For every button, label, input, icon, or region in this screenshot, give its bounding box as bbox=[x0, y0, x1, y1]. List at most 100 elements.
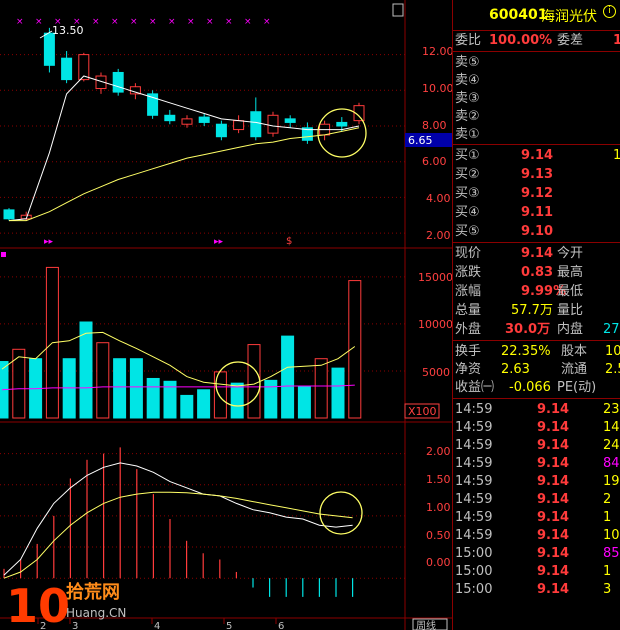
sell-level-label: 卖⑤ bbox=[455, 55, 480, 70]
buy-level-price: 9.11 bbox=[521, 205, 554, 220]
volume-tick: 15000 bbox=[418, 271, 452, 284]
sell-level-label: 卖② bbox=[455, 109, 480, 124]
fund-value: -0.066 bbox=[509, 380, 551, 395]
tick-price: 9.14 bbox=[537, 582, 570, 597]
tick-volume: 2 bbox=[603, 492, 612, 507]
price-tick: 12.00 bbox=[422, 45, 452, 58]
signal-x-marker: × bbox=[168, 17, 176, 27]
tick-volume: 3 bbox=[603, 582, 612, 597]
tick-volume: 24 bbox=[603, 438, 620, 453]
stat-label: 量比 bbox=[557, 303, 584, 318]
signal-x-marker: × bbox=[111, 17, 119, 27]
signal-x-marker: × bbox=[263, 17, 271, 27]
tick-time: 15:00 bbox=[455, 582, 493, 597]
tick-volume: 1 bbox=[603, 564, 612, 579]
candle-body bbox=[250, 111, 262, 138]
volume-tick: 5000 bbox=[422, 366, 450, 379]
sell-level-label: 卖④ bbox=[455, 73, 480, 88]
signal-x-marker: × bbox=[92, 17, 100, 27]
tick-time: 14:59 bbox=[455, 438, 493, 453]
order-ratio-row: 委比 100.00% 委差 1 bbox=[453, 32, 620, 50]
volume-bar bbox=[314, 358, 328, 419]
arrow-marker-icon: ▸▸ bbox=[44, 237, 54, 247]
info-icon[interactable]: i bbox=[603, 5, 616, 18]
volume-bar bbox=[113, 358, 127, 419]
stat-label: 最低 bbox=[557, 284, 584, 299]
stat-label: 外盘 bbox=[455, 322, 482, 337]
sell-level-row: 卖④ bbox=[453, 72, 620, 90]
candle-body bbox=[164, 114, 176, 122]
tick-time: 15:00 bbox=[455, 564, 493, 579]
volume-bar bbox=[197, 389, 211, 419]
stat-value: 9.14 bbox=[521, 246, 554, 261]
candle-body bbox=[43, 32, 55, 66]
volume-multiplier: X100 bbox=[408, 405, 437, 418]
signal-x-marker: × bbox=[187, 17, 195, 27]
macd-tick: 0.50 bbox=[426, 529, 451, 542]
tick-price: 9.14 bbox=[537, 402, 570, 417]
watermark-number: 10 bbox=[6, 579, 70, 630]
quote-stat-row: 涨跌 0.83 最高 bbox=[453, 264, 620, 282]
quote-stat-row: 总量 57.7万 量比 bbox=[453, 302, 620, 320]
stat-label: 涨幅 bbox=[455, 284, 482, 299]
trade-tick-row: 14:59 9.14 2 bbox=[453, 491, 620, 509]
sell-level-row: 卖① bbox=[453, 126, 620, 144]
tick-time: 14:59 bbox=[455, 402, 493, 417]
fundamental-row: 收益㈠ -0.066 PE(动) bbox=[453, 379, 620, 397]
stat-value: 0.83 bbox=[521, 265, 554, 280]
buy-level-label: 买③ bbox=[455, 186, 480, 201]
tick-price: 9.14 bbox=[537, 438, 570, 453]
buy-level-label: 买④ bbox=[455, 205, 480, 220]
trade-tick-row: 15:00 9.14 85 bbox=[453, 545, 620, 563]
candle-body bbox=[336, 121, 348, 127]
stat-label: 内盘 bbox=[557, 322, 584, 337]
buy-level-price: 9.13 bbox=[521, 167, 554, 182]
macd-tick: 2.00 bbox=[426, 445, 451, 458]
high-price-label: 13.50 bbox=[52, 24, 84, 37]
price-tick: 2.00 bbox=[426, 229, 451, 242]
candle-body bbox=[284, 118, 296, 123]
signal-x-marker: × bbox=[225, 17, 233, 27]
tick-price: 9.14 bbox=[537, 546, 570, 561]
ratio-label: 委比 bbox=[455, 33, 482, 48]
tick-volume: 84 bbox=[603, 456, 620, 471]
volume-bar bbox=[331, 367, 345, 419]
buy-level-price: 9.12 bbox=[521, 186, 554, 201]
tick-volume: 23 bbox=[603, 402, 620, 417]
buy-level-price: 9.14 bbox=[521, 148, 554, 163]
sell-level-row: 卖⑤ bbox=[453, 54, 620, 72]
trade-tick-row: 14:59 9.14 14 bbox=[453, 419, 620, 437]
signal-x-marker: × bbox=[206, 17, 214, 27]
tick-time: 15:00 bbox=[455, 546, 493, 561]
tick-price: 9.14 bbox=[537, 564, 570, 579]
date-tick: 5 bbox=[226, 621, 232, 630]
signal-x-marker: × bbox=[130, 17, 138, 27]
stat-label: 现价 bbox=[455, 246, 482, 261]
tick-time: 14:59 bbox=[455, 510, 493, 525]
tick-time: 14:59 bbox=[455, 420, 493, 435]
price-tick: 10.00 bbox=[422, 82, 452, 95]
tick-price: 9.14 bbox=[537, 528, 570, 543]
candle-body bbox=[61, 57, 73, 81]
fund-label: 净资 bbox=[455, 362, 482, 377]
candle-body bbox=[198, 116, 210, 123]
stock-name: 海润光伏 bbox=[541, 9, 597, 25]
candle-body bbox=[3, 209, 15, 220]
volume-bar bbox=[247, 344, 261, 419]
trade-tick-row: 14:59 9.14 19 bbox=[453, 473, 620, 491]
volume-bar bbox=[230, 382, 244, 419]
watermark-url: Huang.CN bbox=[66, 606, 126, 620]
fund-value: 22.35% bbox=[501, 344, 551, 359]
tick-price: 9.14 bbox=[537, 456, 570, 471]
diff-value: 1 bbox=[613, 32, 620, 50]
ratio-value: 100.00% bbox=[489, 33, 553, 48]
tick-price: 9.14 bbox=[537, 474, 570, 489]
fundamental-row: 换手 22.35% 股本 10 bbox=[453, 343, 620, 361]
diff-label: 委差 bbox=[557, 33, 584, 48]
buy-level-row: 买⑤ 9.10 bbox=[453, 223, 620, 241]
stat-label: 涨跌 bbox=[455, 265, 482, 280]
tick-time: 14:59 bbox=[455, 474, 493, 489]
kline-chart-area[interactable]: × × × × × × × × × × × × × × 12.00 10.00 8.00 6.00 4.0… bbox=[0, 0, 452, 630]
quote-stat-row: 现价 9.14 今开 bbox=[453, 245, 620, 263]
stat-label: 总量 bbox=[455, 303, 482, 318]
